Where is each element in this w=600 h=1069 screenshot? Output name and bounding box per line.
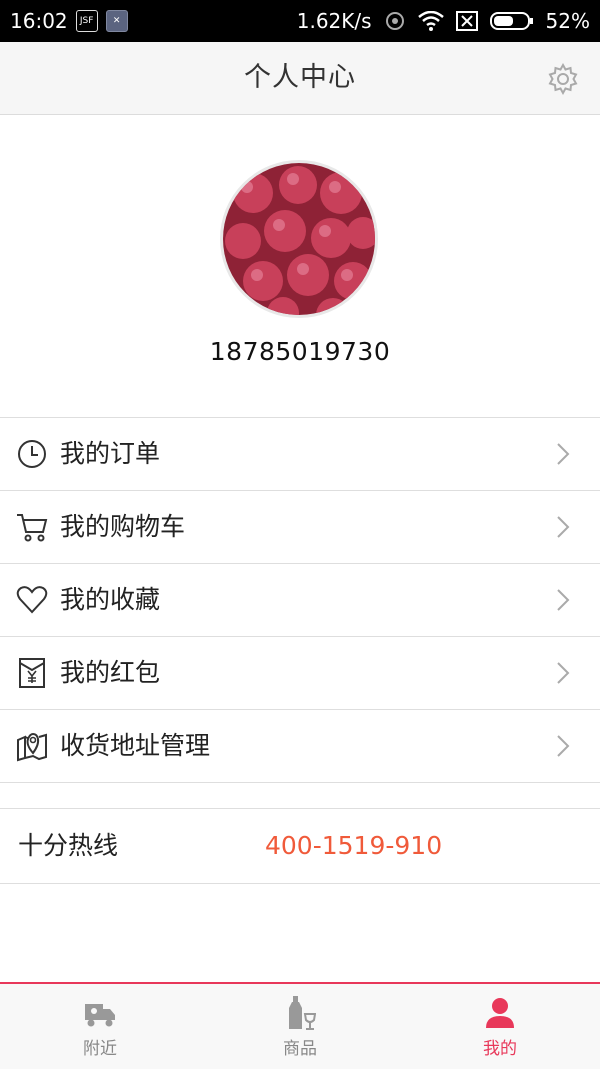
menu-item-orders[interactable]: 我的订单 — [0, 418, 600, 491]
user-phone: 18785019730 — [209, 337, 391, 366]
tab-nearby[interactable]: 附近 — [0, 984, 200, 1069]
chevron-right-icon — [557, 662, 570, 684]
heart-icon — [16, 586, 48, 614]
delivery-truck-icon — [85, 1004, 115, 1027]
avatar-photo — [223, 163, 375, 315]
menu-item-red-envelope[interactable]: 我的红包 — [0, 637, 600, 710]
clock-icon — [18, 440, 46, 468]
map-pin-icon — [17, 732, 47, 762]
tab-label: 我的 — [483, 1039, 517, 1059]
menu-item-favorites[interactable]: 我的收藏 — [0, 564, 600, 637]
battery-percent: 52% — [545, 9, 590, 33]
notification-app-icon: ✕ — [105, 10, 128, 32]
menu-item-label: 我的订单 — [60, 439, 161, 468]
tab-label: 附近 — [83, 1039, 117, 1059]
bottom-tab-bar: 附近 商品 我的 — [0, 982, 600, 1069]
header: 个人中心 — [0, 42, 600, 115]
hotline-number[interactable]: 400-1519-910 — [265, 809, 442, 883]
menu-item-address[interactable]: 收货地址管理 — [0, 710, 600, 783]
chevron-right-icon — [557, 443, 570, 465]
hotspot-icon — [385, 12, 404, 30]
chevron-right-icon — [557, 516, 570, 538]
jsf-app-icon: JSF — [75, 10, 98, 32]
status-time: 16:02 — [10, 9, 68, 33]
network-speed: 1.62K/s — [296, 9, 372, 33]
status-bar: 16:02 JSF ✕ 1.62K/s 52% — [0, 0, 600, 42]
no-sim-icon — [455, 11, 478, 31]
tab-mine[interactable]: 我的 — [400, 984, 600, 1069]
bottle-glass-icon — [289, 996, 316, 1030]
gear-icon[interactable] — [546, 62, 580, 96]
menu-item-label: 收货地址管理 — [60, 731, 211, 760]
hotline-row[interactable]: 十分热线 400-1519-910 — [0, 808, 600, 884]
tab-label: 商品 — [283, 1039, 317, 1059]
hotline-label: 十分热线 — [18, 831, 119, 860]
page-title: 个人中心 — [244, 62, 356, 93]
cart-icon — [17, 514, 48, 542]
chevron-right-icon — [557, 735, 570, 757]
menu-list: 我的订单 我的购物车 我的收藏 我的红包 收货地址管理 — [0, 417, 600, 783]
menu-item-label: 我的收藏 — [60, 585, 161, 614]
profile-section: 18785019730 — [0, 115, 600, 417]
user-icon — [486, 998, 514, 1028]
tab-products[interactable]: 商品 — [200, 984, 400, 1069]
wifi-icon — [417, 11, 444, 31]
battery-icon — [489, 12, 533, 30]
menu-item-label: 我的红包 — [60, 658, 161, 687]
chevron-right-icon — [557, 589, 570, 611]
avatar[interactable] — [220, 160, 378, 318]
menu-item-label: 我的购物车 — [60, 512, 186, 541]
menu-item-cart[interactable]: 我的购物车 — [0, 491, 600, 564]
red-envelope-icon — [19, 658, 45, 688]
